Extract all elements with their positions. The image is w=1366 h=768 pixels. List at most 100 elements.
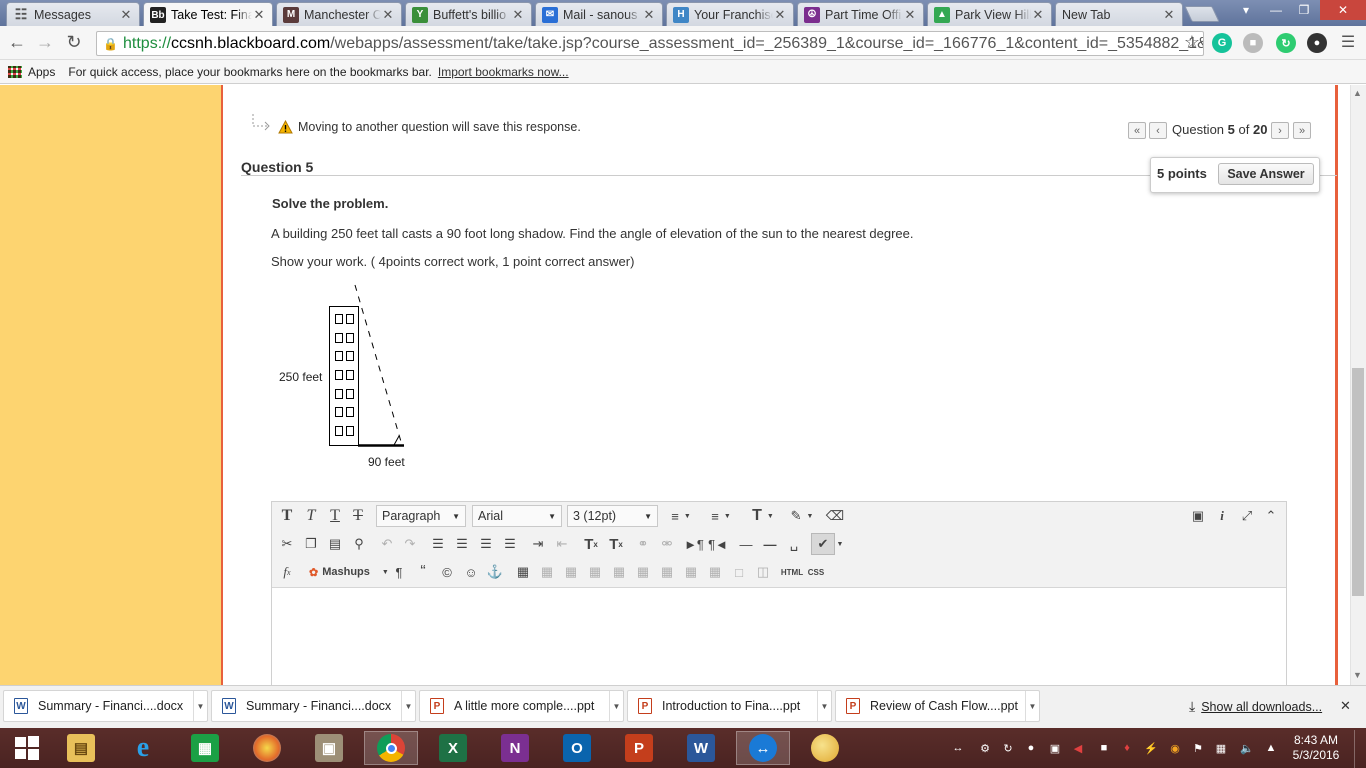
back-button[interactable]: ← [5, 30, 29, 54]
mashups-button[interactable]: ✿ Mashups ▼ [303, 561, 389, 583]
download-menu-icon[interactable]: ▼ [609, 691, 623, 721]
info-icon[interactable]: i [1212, 505, 1232, 527]
last-question-button[interactable]: » [1293, 122, 1311, 139]
tray-display-icon[interactable]: ■ [1097, 741, 1111, 755]
bookmark-star-icon[interactable]: ☆ [1180, 30, 1204, 54]
superscript-icon[interactable]: Tx [580, 533, 602, 555]
reload-button[interactable]: ↻ [62, 30, 86, 54]
underline-icon[interactable]: T [325, 505, 345, 527]
download-menu-icon[interactable]: ▼ [817, 691, 831, 721]
download-item[interactable]: P A little more comple....ppt ▼ [419, 690, 624, 722]
tab-close-icon[interactable]: ✕ [119, 7, 133, 23]
font-size-select[interactable]: 3 (12pt) ▼ [567, 505, 658, 527]
download-item[interactable]: P Review of Cash Flow....ppt ▼ [835, 690, 1040, 722]
table-cell-props-icon[interactable]: □ [729, 561, 749, 583]
bullet-list-icon[interactable]: ≡ ▼ [664, 505, 698, 527]
html-source-button[interactable]: HTML [779, 561, 805, 583]
tab-3[interactable]: Y Buffett's billio ✕ [405, 2, 532, 26]
taskbar-internet-explorer[interactable]: e [116, 731, 170, 765]
taskbar-outlook[interactable]: O [550, 731, 604, 765]
link-icon[interactable]: ⚭ [633, 533, 653, 555]
taskbar-teamviewer[interactable]: ↔ [736, 731, 790, 765]
tray-circle-icon[interactable]: ◉ [1168, 741, 1182, 755]
save-answer-button[interactable]: Save Answer [1218, 163, 1314, 185]
tab-close-icon[interactable]: ✕ [252, 7, 266, 23]
scroll-down-arrow[interactable]: ▼ [1353, 670, 1362, 680]
redo-icon[interactable]: ↷ [400, 533, 420, 555]
tab-1[interactable]: Bb Take Test: Fina ✕ [143, 2, 273, 27]
tab-close-icon[interactable]: ✕ [773, 7, 787, 23]
paragraph-mark-icon[interactable]: ¶ [389, 561, 409, 583]
table-split-icon[interactable]: ▦ [681, 561, 701, 583]
table-delete-col-icon[interactable]: ▦ [657, 561, 677, 583]
paragraph-format-select[interactable]: Paragraph ▼ [376, 505, 466, 527]
download-menu-icon[interactable]: ▼ [193, 691, 207, 721]
css-button[interactable]: CSS [805, 561, 827, 583]
table-row-before-icon[interactable]: ▦ [537, 561, 557, 583]
taskbar-word[interactable]: W [674, 731, 728, 765]
indent-icon[interactable]: ⇥ [528, 533, 548, 555]
import-bookmarks-link[interactable]: Import bookmarks now... [438, 65, 569, 79]
bold-icon[interactable]: T [277, 505, 297, 527]
grammarly-icon[interactable]: G [1212, 33, 1232, 53]
copyright-icon[interactable]: © [437, 561, 457, 583]
download-item[interactable]: W Summary - Financi....docx ▼ [211, 690, 416, 722]
scrollbar-thumb[interactable] [1352, 368, 1364, 596]
user-icon[interactable]: ▾ [1232, 0, 1260, 20]
taskbar-powerpoint[interactable]: P [612, 731, 666, 765]
scroll-up-arrow[interactable]: ▲ [1353, 88, 1362, 98]
align-left-icon[interactable]: ☰ [428, 533, 448, 555]
tab-close-icon[interactable]: ✕ [511, 7, 525, 23]
tray-teamviewer-icon[interactable]: ↔ [951, 741, 965, 755]
tab-8[interactable]: New Tab ✕ [1055, 2, 1183, 26]
start-button[interactable] [0, 731, 54, 765]
taskbar-file-explorer[interactable]: ▤ [54, 731, 108, 765]
show-desktop-button[interactable] [1354, 730, 1366, 768]
download-menu-icon[interactable]: ▼ [401, 691, 415, 721]
tab-close-icon[interactable]: ✕ [1031, 7, 1045, 23]
tray-power-icon[interactable]: ⚡ [1144, 741, 1158, 755]
taskbar-clock[interactable]: 8:43 AM 5/3/2016 [1286, 733, 1346, 763]
forward-button[interactable]: → [33, 30, 57, 54]
nonbreaking-space-icon[interactable]: ␣ [784, 533, 804, 555]
tray-network-icon[interactable]: ▣ [1048, 741, 1062, 755]
rtl-icon[interactable]: ¶◄ [708, 533, 728, 555]
tray-flag-icon[interactable]: ⚑ [1191, 741, 1205, 755]
next-question-button[interactable]: › [1271, 122, 1289, 139]
tab-0[interactable]: ☷ Messages ✕ [6, 2, 140, 26]
font-family-select[interactable]: Arial ▼ [472, 505, 562, 527]
taskbar-chrome[interactable] [364, 731, 418, 765]
highlight-icon[interactable]: ✎ ▼ [785, 505, 819, 527]
wifi-icon[interactable]: ▲ [1264, 741, 1278, 755]
table-row-after-icon[interactable]: ▦ [561, 561, 581, 583]
tray-security-icon[interactable]: ♦ [1120, 741, 1134, 755]
close-downloads-icon[interactable]: ✕ [1340, 698, 1351, 714]
horizontal-rule-icon[interactable]: — [736, 533, 756, 555]
download-item[interactable]: P Introduction to Fina....ppt ▼ [627, 690, 832, 722]
tray-alert-icon[interactable]: ◀ [1071, 741, 1085, 755]
previous-question-button[interactable]: ‹ [1149, 122, 1167, 139]
emoticon-icon[interactable]: ☺ [461, 561, 481, 583]
tab-close-icon[interactable]: ✕ [642, 7, 656, 23]
tray-chrome-icon[interactable]: ● [1024, 741, 1038, 755]
thick-rule-icon[interactable]: — [760, 533, 780, 555]
numbered-list-icon[interactable]: ≡ ▼ [703, 505, 739, 527]
blockquote-icon[interactable]: “ [413, 561, 433, 583]
tab-close-icon[interactable]: ✕ [903, 7, 917, 23]
copy-icon[interactable]: ❐ [301, 533, 321, 555]
paste-icon[interactable]: ▤ [325, 533, 345, 555]
tab-7[interactable]: ▲ Park View Hill ✕ [927, 2, 1052, 26]
eraser-icon[interactable]: ⌫ [825, 505, 845, 527]
apps-link[interactable]: Apps [28, 65, 55, 79]
tab-4[interactable]: ✉ Mail - sanous ✕ [535, 2, 663, 26]
maximize-button[interactable]: ❐ [1290, 0, 1318, 20]
taskbar-media-app[interactable] [240, 731, 294, 765]
address-bar[interactable]: 🔒 https://ccsnh.blackboard.com/webapps/a… [96, 31, 1204, 56]
table-delete-row-icon[interactable]: ▦ [585, 561, 605, 583]
collapse-toolbar-icon[interactable]: ⌃ [1261, 505, 1281, 527]
strikethrough-icon[interactable]: T [348, 505, 368, 527]
math-editor-icon[interactable]: fx [277, 561, 297, 583]
ltr-icon[interactable]: ►¶ [684, 533, 704, 555]
refresh-extension-icon[interactable]: ↻ [1276, 33, 1296, 53]
spellcheck-icon[interactable]: ✔ [811, 533, 835, 555]
